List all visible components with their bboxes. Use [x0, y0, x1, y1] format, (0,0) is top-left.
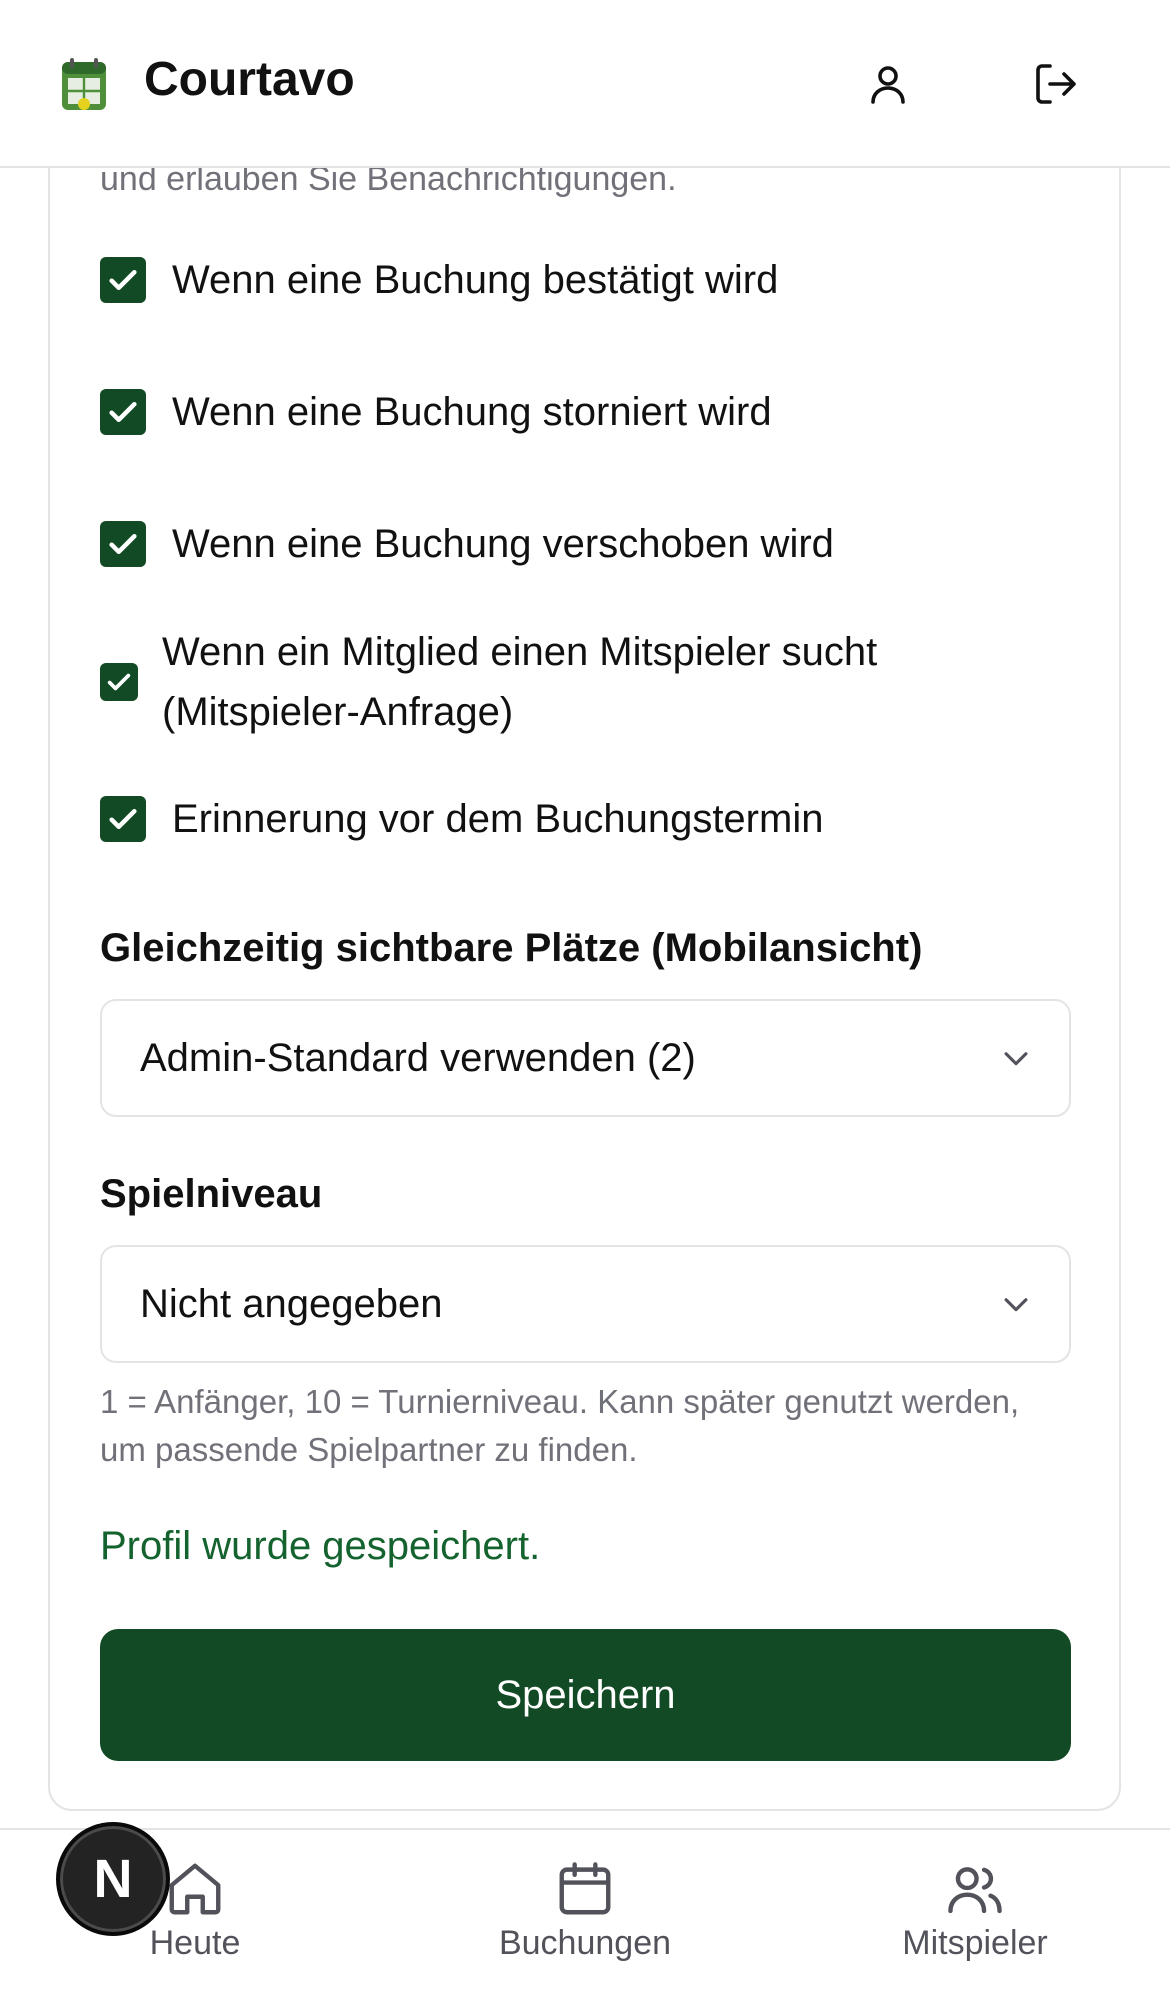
- chevron-down-icon: [1004, 1052, 1028, 1066]
- select-value: Nicht angegeben: [140, 1281, 443, 1326]
- checkbox-label: Wenn eine Buchung verschoben wird: [172, 522, 834, 566]
- checkbox-label: Wenn ein Mitglied einen Mitspieler sucht…: [162, 630, 878, 734]
- home-icon: [169, 1863, 221, 1915]
- brand-name[interactable]: Courtavo: [144, 52, 355, 107]
- checkbox-label: Erinnerung vor dem Buchungstermin: [172, 797, 824, 841]
- checkbox-label: Wenn eine Buchung bestätigt wird: [172, 258, 779, 302]
- notify-booking-cancelled[interactable]: Wenn eine Buchung storniert wird: [100, 382, 772, 442]
- bottom-navigation: Heute Buchungen Mitspieler: [0, 1828, 1170, 1992]
- skill-level-label: Spielniveau: [100, 1172, 323, 1216]
- check-icon: [107, 673, 131, 691]
- courts-visible-select[interactable]: Admin-Standard verwenden (2): [100, 999, 1071, 1117]
- nav-item-mitspieler[interactable]: Mitspieler: [845, 1858, 1105, 1963]
- checkbox-checked[interactable]: [100, 796, 146, 842]
- checkbox-checked[interactable]: [100, 521, 146, 567]
- check-icon: [109, 269, 137, 291]
- courts-visible-label: Gleichzeitig sichtbare Plätze (Mobilansi…: [100, 926, 923, 970]
- calendar-icon: [559, 1862, 611, 1915]
- nav-label: Mitspieler: [902, 1924, 1048, 1962]
- nav-label: Buchungen: [498, 1924, 672, 1962]
- nav-label: Heute: [149, 1924, 241, 1962]
- chevron-down-icon: [1004, 1298, 1028, 1312]
- skill-level-select[interactable]: Nicht angegeben: [100, 1245, 1071, 1363]
- check-icon: [109, 808, 137, 830]
- nav-item-buchungen[interactable]: Buchungen: [455, 1858, 715, 1963]
- check-icon: [109, 401, 137, 423]
- court-calendar-logo[interactable]: [60, 56, 108, 112]
- save-success-message: Profil wurde gespeichert.: [100, 1524, 541, 1568]
- skill-level-helper-text: 1 = Anfänger, 10 = Turnierniveau. Kann s…: [100, 1383, 1020, 1468]
- checkbox-checked[interactable]: [100, 257, 146, 303]
- select-value: Admin-Standard verwenden (2): [140, 1035, 696, 1080]
- notify-booking-rescheduled[interactable]: Wenn eine Buchung verschoben wird: [100, 514, 834, 574]
- notify-partner-request[interactable]: Wenn ein Mitglied einen Mitspieler sucht…: [100, 622, 1002, 742]
- checkbox-checked[interactable]: [100, 389, 146, 435]
- checkbox-label: Wenn eine Buchung storniert wird: [172, 390, 772, 434]
- logout-button[interactable]: [1030, 58, 1082, 110]
- users-icon: [948, 1867, 1002, 1914]
- notify-booking-reminder[interactable]: Erinnerung vor dem Buchungstermin: [100, 789, 823, 849]
- profile-button[interactable]: [862, 58, 914, 110]
- app-header: Courtavo: [0, 0, 1170, 168]
- save-button[interactable]: Speichern: [100, 1629, 1071, 1761]
- dev-tools-badge[interactable]: N: [56, 1822, 170, 1936]
- checkbox-checked[interactable]: [100, 663, 138, 701]
- notify-booking-confirmed[interactable]: Wenn eine Buchung bestätigt wird: [100, 250, 778, 310]
- user-icon: [871, 66, 905, 104]
- profile-settings-content: und erlauben Sie Benachrichtigungen. Wen…: [0, 0, 1170, 1992]
- log-out-icon: [1036, 64, 1076, 104]
- check-icon: [109, 533, 137, 555]
